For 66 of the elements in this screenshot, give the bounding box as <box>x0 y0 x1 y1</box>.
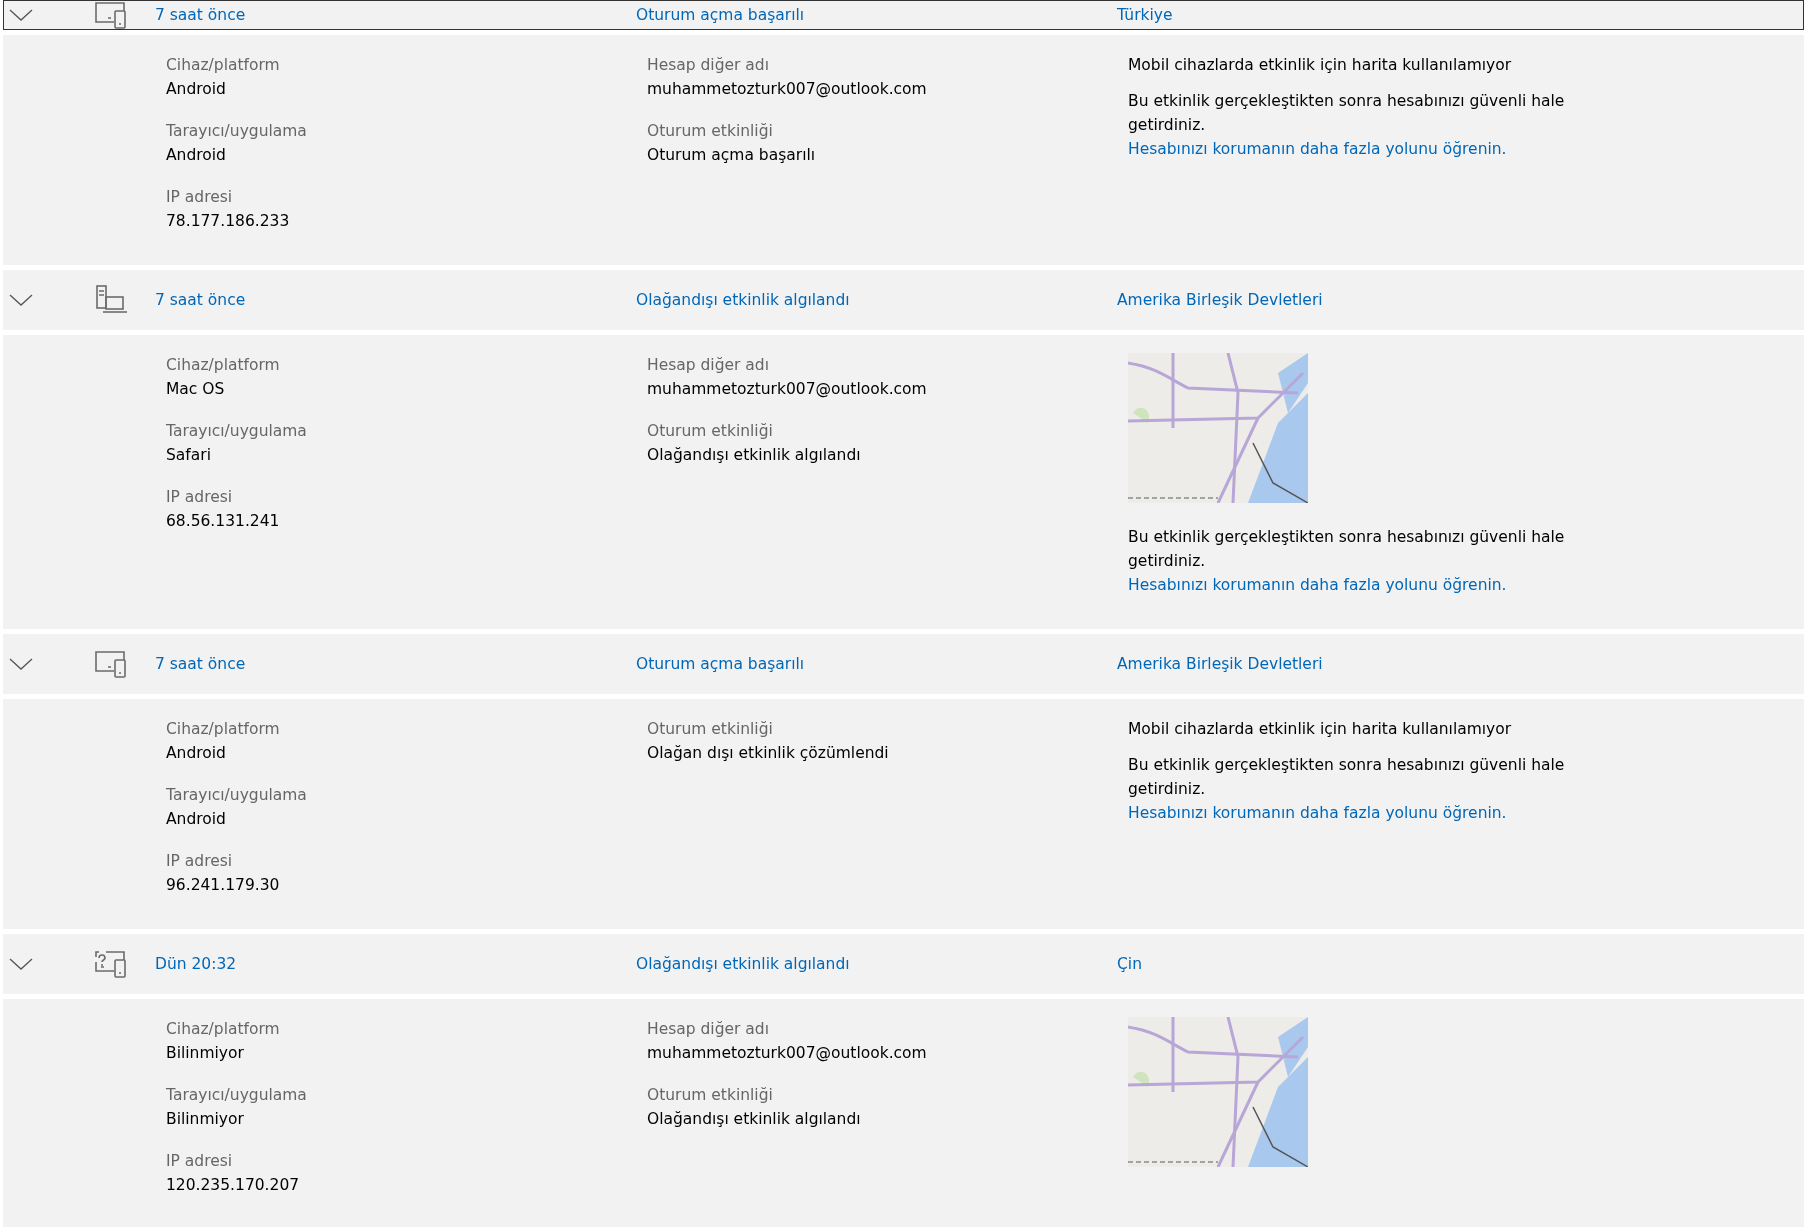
chevron-down-icon[interactable] <box>9 658 33 670</box>
field-value: Android <box>166 809 227 830</box>
field-value: 68.56.131.241 <box>166 511 281 532</box>
field-label: Oturum etkinliği <box>647 121 774 142</box>
chevron-down-icon[interactable] <box>9 958 33 970</box>
activity-status[interactable]: Oturum açma başarılı <box>636 655 1117 673</box>
field-value: muhammetozturk007@outlook.com <box>647 79 928 100</box>
activity-location[interactable]: Amerika Birleşik Devletleri <box>1117 291 1323 309</box>
learn-more-link[interactable]: Hesabınızı korumanın daha fazla yolunu öğrenin. <box>1128 573 1507 597</box>
phone-tablet-icon <box>94 0 128 30</box>
field-value: 96.241.179.30 <box>166 875 281 896</box>
field-value: Mac OS <box>166 379 226 400</box>
field-label: Cihaz/platform <box>166 1019 281 1040</box>
field-value: Android <box>166 145 227 166</box>
field-value: Android <box>166 743 227 764</box>
computer-laptop-icon <box>94 285 128 315</box>
field-value: Olağandışı etkinlik algılandı <box>647 445 862 466</box>
field-label: Tarayıcı/uygulama <box>166 1085 308 1106</box>
activity-time[interactable]: 7 saat önce <box>155 655 636 673</box>
chevron-down-icon[interactable] <box>9 9 33 21</box>
learn-more-link[interactable]: Hesabınızı korumanın daha fazla yolunu öğrenin. <box>1128 801 1507 825</box>
phone-tablet-icon <box>94 649 128 679</box>
field-label: Hesap diğer adı <box>647 1019 770 1040</box>
secured-note: Bu etkinlik gerçekleştikten sonra hesabınızı güvenli hale getirdiniz. <box>1128 755 1566 800</box>
secured-note: Bu etkinlik gerçekleştikten sonra hesabınızı güvenli hale getirdiniz. <box>1128 91 1566 136</box>
field-label: Cihaz/platform <box>166 719 281 740</box>
unknown-device-icon <box>94 949 128 979</box>
activity-time[interactable]: 7 saat önce <box>155 291 636 309</box>
field-label: Tarayıcı/uygulama <box>166 121 308 142</box>
chevron-down-icon[interactable] <box>9 294 33 306</box>
field-value: Bilinmiyor <box>166 1109 245 1130</box>
field-value: Olağan dışı etkinlik çözümlendi <box>647 743 890 764</box>
field-label: IP adresi <box>166 187 234 208</box>
field-label: IP adresi <box>166 487 234 508</box>
activity-status[interactable]: Olağandışı etkinlik algılandı <box>636 291 1117 309</box>
activity-time[interactable]: 7 saat önce <box>155 6 636 24</box>
field-label: IP adresi <box>166 851 234 872</box>
field-label: Oturum etkinliği <box>647 421 774 442</box>
field-value: muhammetozturk007@outlook.com <box>647 1043 928 1064</box>
activity-location[interactable]: Türkiye <box>1117 6 1173 24</box>
field-label: Oturum etkinliği <box>647 719 774 740</box>
field-value: Olağandışı etkinlik algılandı <box>647 1109 862 1130</box>
activity-status[interactable]: Olağandışı etkinlik algılandı <box>636 955 1117 973</box>
secured-note: Bu etkinlik gerçekleştikten sonra hesabınızı güvenli hale getirdiniz. <box>1128 527 1566 572</box>
field-value: muhammetozturk007@outlook.com <box>647 379 928 400</box>
activity-location[interactable]: Çin <box>1117 955 1142 973</box>
field-value: Android <box>166 79 227 100</box>
field-label: Tarayıcı/uygulama <box>166 421 308 442</box>
field-label: Hesap diğer adı <box>647 355 770 376</box>
field-value: Oturum açma başarılı <box>647 145 817 166</box>
field-label: Hesap diğer adı <box>647 55 770 76</box>
field-value: Bilinmiyor <box>166 1043 245 1064</box>
activity-status[interactable]: Oturum açma başarılı <box>636 6 1117 24</box>
field-label: Cihaz/platform <box>166 355 281 376</box>
field-label: Cihaz/platform <box>166 55 281 76</box>
field-value: Safari <box>166 445 212 466</box>
field-label: Oturum etkinliği <box>647 1085 774 1106</box>
map-unavailable-text: Mobil cihazlarda etkinlik için harita kullanılamıyor <box>1128 55 1513 76</box>
field-label: IP adresi <box>166 1151 234 1172</box>
learn-more-link[interactable]: Hesabınızı korumanın daha fazla yolunu öğrenin. <box>1128 137 1507 161</box>
activity-location[interactable]: Amerika Birleşik Devletleri <box>1117 655 1323 673</box>
field-label: Tarayıcı/uygulama <box>166 785 308 806</box>
field-value: 78.177.186.233 <box>166 211 291 232</box>
map-unavailable-text: Mobil cihazlarda etkinlik için harita kullanılamıyor <box>1128 719 1513 740</box>
field-value: 120.235.170.207 <box>166 1175 301 1196</box>
activity-time[interactable]: Dün 20:32 <box>155 955 636 973</box>
